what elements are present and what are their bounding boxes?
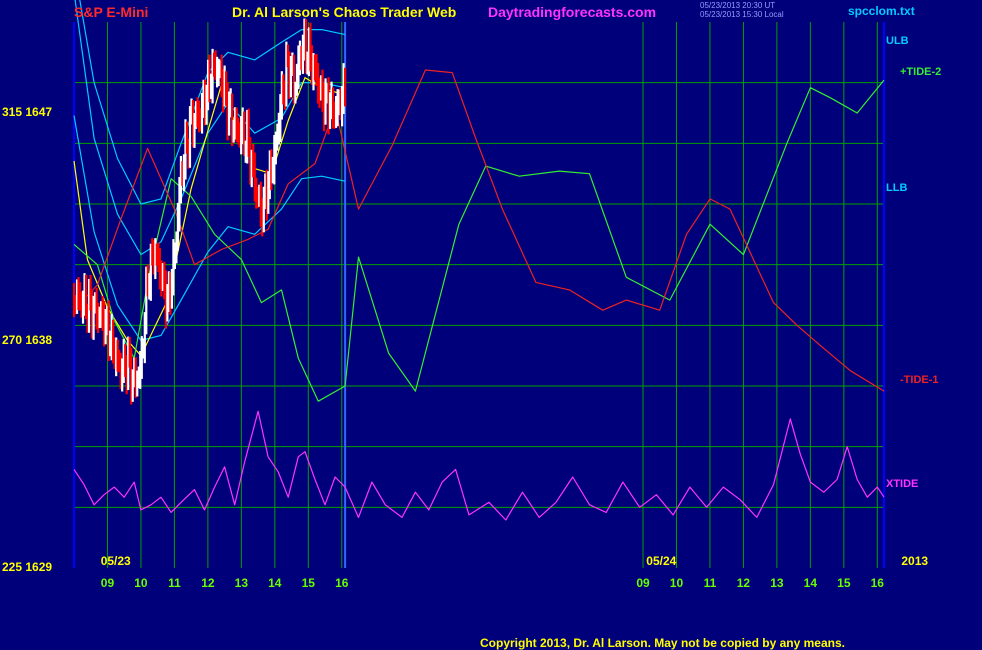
y-axis-label: 270 1638 [2, 332, 53, 347]
y-axis-label: 315 1647 [2, 105, 53, 119]
series-label-tide-1: -TIDE-1 [900, 373, 939, 386]
x-tick-label: 10 [134, 576, 148, 590]
x-tick-label: 13 [234, 576, 249, 590]
copyright-notice: Copyright 2013, Dr. Al Larson. May not b… [480, 636, 845, 650]
timestamp-local: 05/23/2013 15:30 Local [700, 10, 784, 19]
chart-canvas [72, 0, 885, 568]
x-tick-label: 15 [837, 576, 851, 590]
service-title: Dr. Al Larson's Chaos Trader Web [232, 4, 457, 20]
x-tick-label: 13 [770, 576, 784, 590]
series-label-xtide: XTIDE [886, 477, 919, 490]
x-tick-label: 11 [703, 576, 717, 590]
x-tick-label: 11 [168, 576, 181, 590]
series-label-llb: LLB [886, 181, 908, 194]
date-label: 05/24 [646, 554, 677, 568]
y-axis-label: 225 1629 [2, 560, 53, 574]
x-tick-label: 14 [268, 576, 282, 590]
x-tick-label: 16 [870, 576, 884, 590]
x-tick-label: 09 [100, 576, 115, 590]
moving-average-line [73, 76, 346, 357]
x-tick-label: 09 [636, 576, 650, 590]
x-tick-label: 15 [301, 576, 315, 590]
x-tick-label: 12 [201, 576, 215, 590]
series-label-ulb: ULB [886, 35, 909, 48]
xtide-line [73, 410, 885, 521]
timestamp-ut: 05/23/2013 20:30 UT [700, 1, 776, 10]
site-link[interactable]: Daytradingforecasts.com [488, 4, 656, 20]
data-file-name: spcclom.txt [848, 4, 915, 18]
x-tick-label: 10 [669, 576, 684, 590]
x-tick-label: 12 [736, 576, 751, 590]
x-tick-label: 16 [335, 576, 349, 590]
series-layer [73, 0, 885, 521]
x-tick-label: 14 [803, 576, 818, 590]
instrument-title: S&P E-Mini [74, 4, 149, 20]
price-bars-layer [72, 18, 347, 405]
series-label-tide-2: +TIDE-2 [900, 65, 942, 78]
year-label: 2013 [901, 554, 929, 568]
date-label: 05/23 [100, 554, 131, 568]
